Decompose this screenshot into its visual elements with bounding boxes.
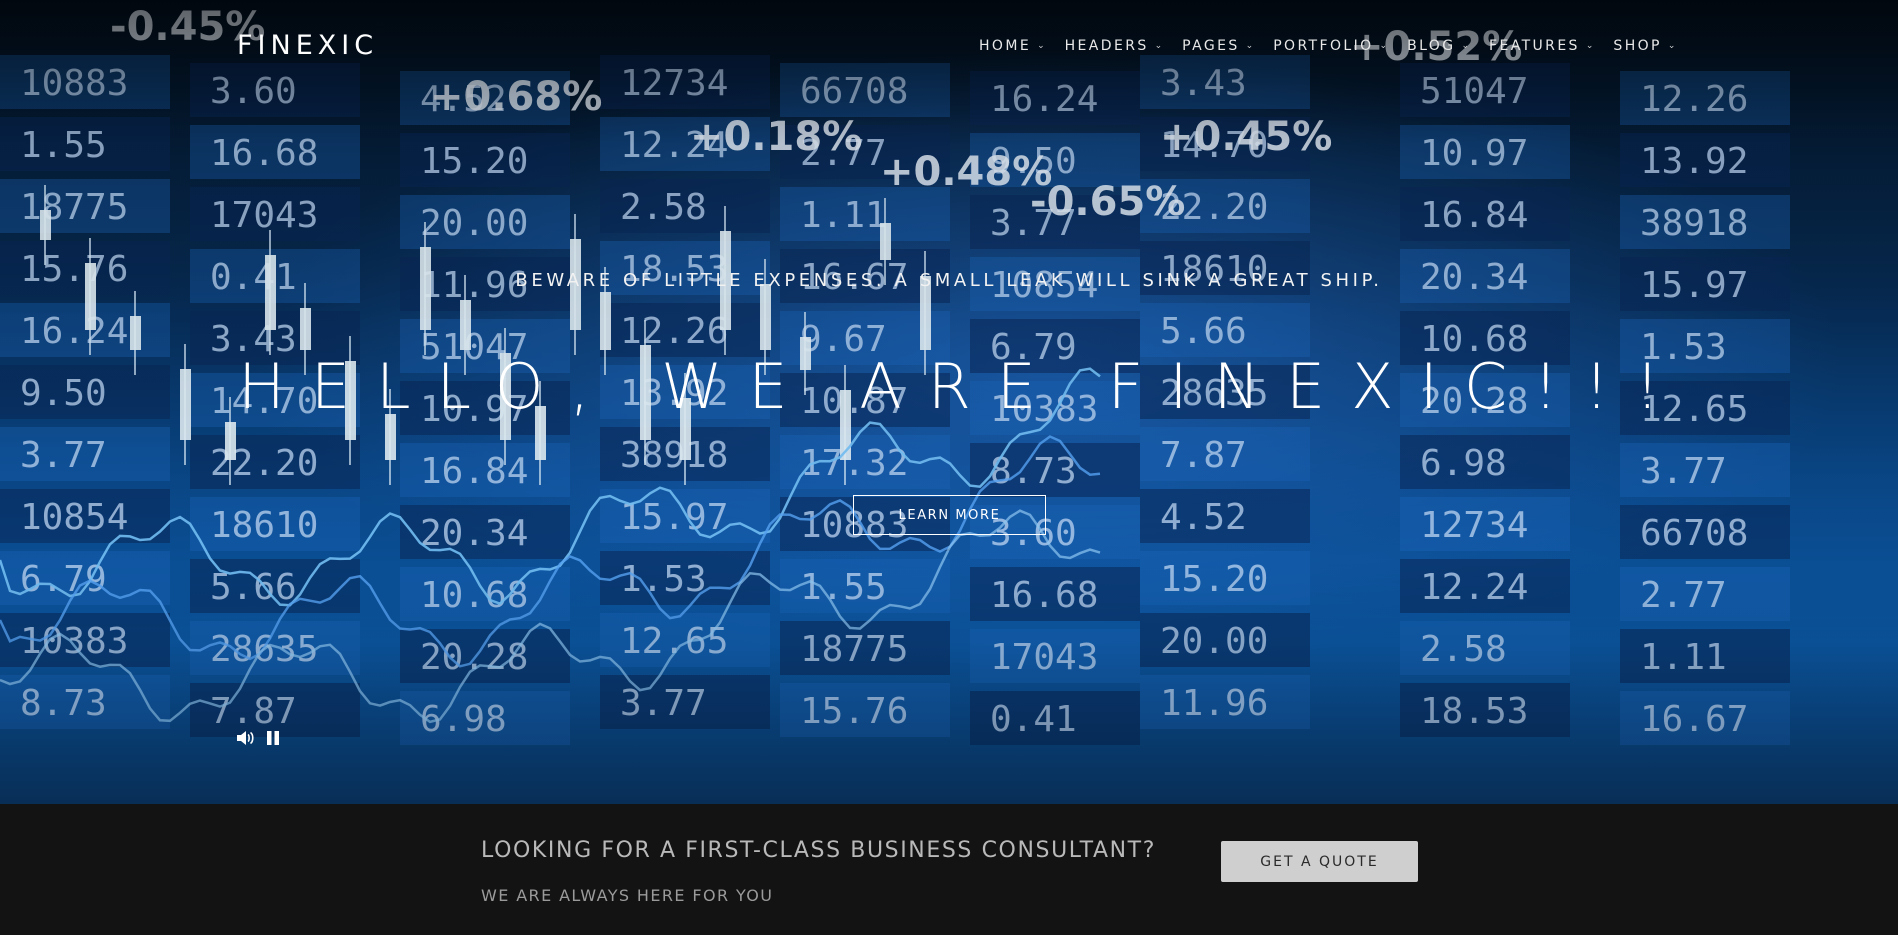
nav-item-portfolio[interactable]: PORTFOLIO ⌄ [1273,38,1387,54]
main-nav: HOME ⌄ HEADERS ⌄ PAGES ⌄ PORTFOLIO ⌄ BLOG ⌄ F… [979,38,1695,54]
hero-section: 108831.551877515.7616.249.503.77108546.7… [0,0,1898,804]
nav-label: BLOG [1407,38,1456,54]
chevron-down-icon: ⌄ [1667,41,1676,51]
nav-label: SHOP [1613,38,1662,54]
video-controls [235,728,283,748]
pause-icon[interactable] [263,728,283,748]
chevron-down-icon: ⌄ [1245,41,1254,51]
cta-title: LOOKING FOR A FIRST-CLASS BUSINESS CONSU… [481,838,1156,863]
cta-bar: LOOKING FOR A FIRST-CLASS BUSINESS CONSU… [0,804,1898,935]
nav-label: HEADERS [1064,38,1149,54]
chevron-down-icon: ⌄ [1154,41,1163,51]
site-logo[interactable]: FINEXIC [237,30,378,61]
cta-subtitle: WE ARE ALWAYS HERE FOR YOU [481,886,774,905]
nav-item-home[interactable]: HOME ⌄ [979,38,1045,54]
chevron-down-icon: ⌄ [1379,41,1388,51]
nav-item-pages[interactable]: PAGES ⌄ [1182,38,1253,54]
nav-label: PORTFOLIO [1273,38,1374,54]
nav-label: FEATURES [1489,38,1580,54]
nav-item-shop[interactable]: SHOP ⌄ [1613,38,1675,54]
nav-label: PAGES [1182,38,1240,54]
nav-label: HOME [979,38,1032,54]
learn-more-button[interactable]: LEARN MORE [853,495,1046,535]
hero-tagline: BEWARE OF LITTLE EXPENSES. A SMALL LEAK … [515,270,1383,291]
volume-icon[interactable] [235,728,255,748]
get-a-quote-button[interactable]: GET A QUOTE [1221,841,1418,882]
nav-item-blog[interactable]: BLOG ⌄ [1407,38,1469,54]
chevron-down-icon: ⌄ [1037,41,1045,51]
nav-item-features[interactable]: FEATURES ⌄ [1489,38,1593,54]
chevron-down-icon: ⌄ [1585,41,1594,51]
hero-headline: HELLO, WE ARE FINEXIC!!! [238,350,1686,423]
nav-item-headers[interactable]: HEADERS ⌄ [1065,38,1163,54]
chevron-down-icon: ⌄ [1461,41,1469,51]
